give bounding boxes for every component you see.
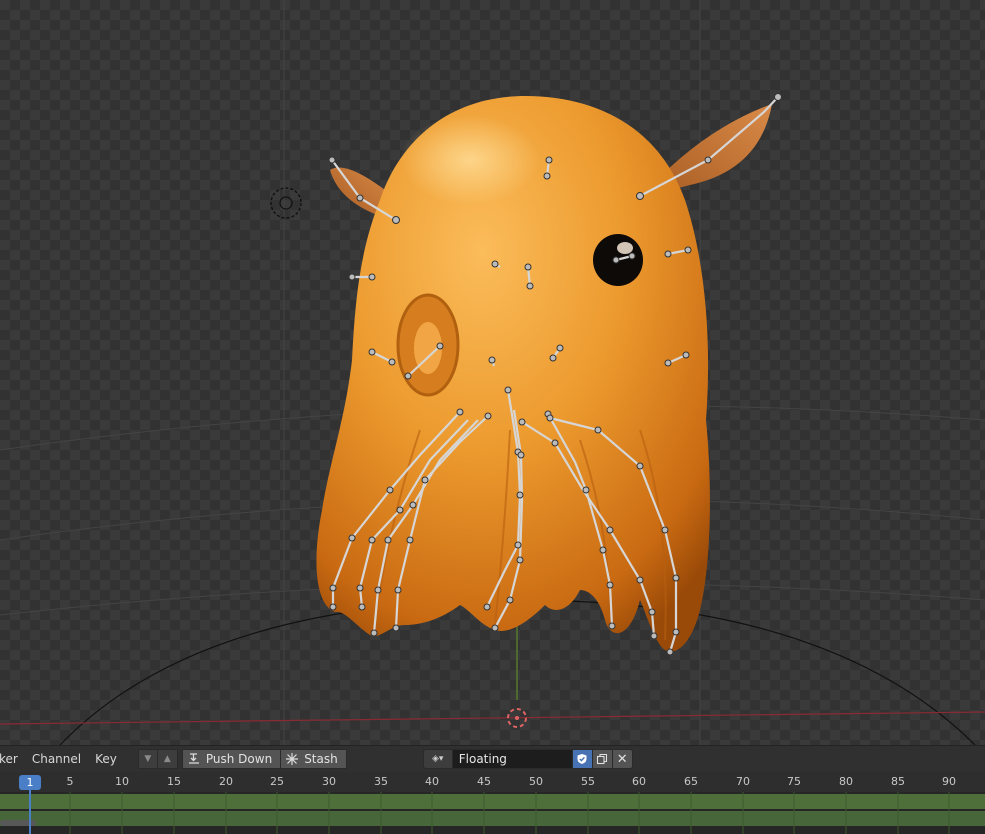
tick-label: 85 xyxy=(891,775,905,788)
layer-nav-group: ▼ ▲ xyxy=(137,749,178,769)
push-down-button[interactable]: Push Down xyxy=(181,749,282,769)
tick-label: 20 xyxy=(219,775,233,788)
action-selector: ◈▾ Floating ✕ xyxy=(422,749,633,769)
action-buttons: Push Down Stash xyxy=(181,749,347,769)
menu-channel[interactable]: Channel xyxy=(25,748,88,770)
push-down-label: Push Down xyxy=(205,752,273,766)
fake-user-shield-icon[interactable] xyxy=(572,749,593,769)
stash-label: Stash xyxy=(304,752,338,766)
viewport-scene xyxy=(0,0,985,745)
playhead-line[interactable] xyxy=(29,790,31,834)
tick-label: 5 xyxy=(66,775,74,788)
blender-window: ker Channel Key ▼ ▲ Push Down Stash ◈▾ F… xyxy=(0,0,985,834)
head-highlight xyxy=(400,115,540,205)
stash-icon xyxy=(286,753,299,765)
tick-label: 80 xyxy=(839,775,853,788)
push-down-icon xyxy=(188,753,199,764)
layer-down-icon[interactable]: ▼ xyxy=(137,749,158,769)
action-editor-header: ker Channel Key ▼ ▲ Push Down Stash ◈▾ F… xyxy=(0,745,985,772)
frame-ruler[interactable]: 5 10 15 20 25 30 35 40 45 50 55 60 65 70… xyxy=(0,772,985,792)
tick-label: 75 xyxy=(787,775,801,788)
menu-marker[interactable]: ker xyxy=(0,748,25,770)
duplicate-action-icon[interactable] xyxy=(592,749,613,769)
tick-label: 90 xyxy=(942,775,956,788)
tick-label: 65 xyxy=(684,775,698,788)
3d-viewport[interactable] xyxy=(0,0,985,745)
tick-label: 15 xyxy=(167,775,181,788)
layer-up-icon[interactable]: ▲ xyxy=(157,749,178,769)
action-browse-icon[interactable]: ◈▾ xyxy=(422,749,453,769)
tick-label: 35 xyxy=(374,775,388,788)
tick-label: 60 xyxy=(632,775,646,788)
tick-label: 40 xyxy=(425,775,439,788)
action-name-field[interactable]: Floating xyxy=(452,749,573,769)
tick-label: 50 xyxy=(529,775,543,788)
tick-label: 70 xyxy=(736,775,750,788)
tick-label: 55 xyxy=(581,775,595,788)
frame-grid xyxy=(69,792,950,834)
stash-button[interactable]: Stash xyxy=(281,749,347,769)
menu-key[interactable]: Key xyxy=(88,748,124,770)
light-gizmo[interactable] xyxy=(270,187,302,219)
tick-label: 45 xyxy=(477,775,491,788)
tick-label: 30 xyxy=(322,775,336,788)
x-axis-line xyxy=(0,711,985,725)
unlink-action-close-icon[interactable]: ✕ xyxy=(612,749,633,769)
current-frame-indicator[interactable]: 1 xyxy=(19,775,41,790)
tick-label: 25 xyxy=(270,775,284,788)
tick-label: 10 xyxy=(115,775,129,788)
channel-region[interactable] xyxy=(0,792,985,834)
